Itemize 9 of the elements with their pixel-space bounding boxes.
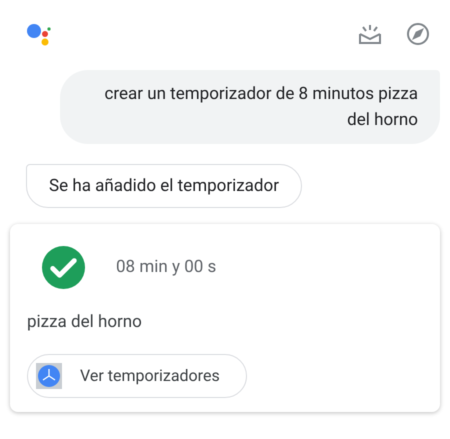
timer-label: pizza del horno [27,311,142,334]
view-timers-button[interactable]: Ver temporizadores [27,354,247,398]
compass-icon[interactable] [406,22,430,46]
assistant-message: Se ha añadido el temporizador [26,164,302,208]
inbox-updates-icon[interactable] [358,23,382,45]
timer-duration: 08 min y 00 s [116,256,216,279]
assistant-logo-icon [26,22,52,46]
user-message: crear un temporizador de 8 minutos pizza del horno [60,70,440,144]
clock-icon [36,362,62,388]
